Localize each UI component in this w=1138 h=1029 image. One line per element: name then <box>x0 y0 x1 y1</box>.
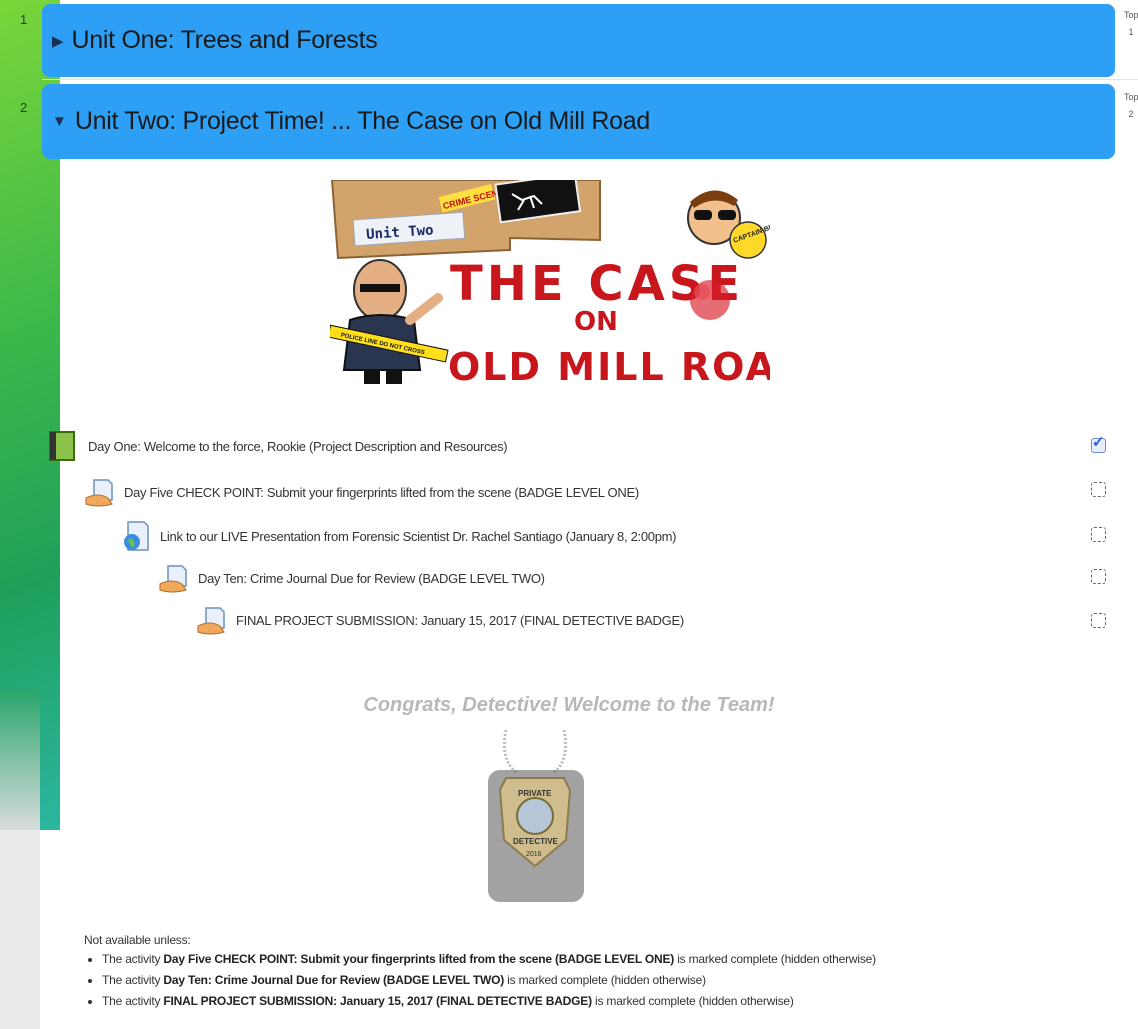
activity-link[interactable]: Link to our LIVE Presentation from Foren… <box>160 529 677 544</box>
completion-checkbox[interactable] <box>1091 569 1106 584</box>
svg-text:DETECTIVE: DETECTIVE <box>513 837 559 846</box>
restriction-item: The activity Day Ten: Crime Journal Due … <box>102 972 876 989</box>
restriction-item: The activity FINAL PROJECT SUBMISSION: J… <box>102 993 876 1010</box>
section-title[interactable]: Unit One: Trees and Forests <box>72 26 378 55</box>
congrats-heading: Congrats, Detective! Welcome to the Team… <box>363 694 775 716</box>
completion-checkbox[interactable] <box>1091 433 1106 453</box>
activity-assignment[interactable]: Day Five CHECK POINT: Submit your finger… <box>84 476 639 508</box>
activity-assignment[interactable]: FINAL PROJECT SUBMISSION: January 15, 20… <box>196 604 684 636</box>
url-globe-icon <box>120 520 152 552</box>
activity-book[interactable]: Day One: Welcome to the force, Rookie (P… <box>48 430 508 462</box>
book-icon <box>48 430 80 462</box>
case-banner-image: Unit Two CRIME SCENE CAPTAIN BIGGS POLIC… <box>327 172 808 390</box>
access-restrictions: Not available unless: The activity Day F… <box>84 933 876 1014</box>
activity-url[interactable]: Link to our LIVE Presentation from Foren… <box>120 520 677 552</box>
topic-label: Top 1 <box>1124 10 1138 37</box>
assignment-icon <box>158 562 190 594</box>
detective-badge-image: PRIVATE DETECTIVE 2016 <box>480 729 590 905</box>
activity-link[interactable]: FINAL PROJECT SUBMISSION: January 15, 20… <box>236 613 684 628</box>
activity-link[interactable]: Day Ten: Crime Journal Due for Review (B… <box>198 571 545 586</box>
collapse-arrow-icon[interactable]: ▼ <box>52 113 67 130</box>
section-1: 1 ▶ Unit One: Trees and Forests Top 1 <box>0 0 1138 80</box>
completion-checkbox[interactable] <box>1091 482 1106 497</box>
banner-title-line3: OLD MILL ROAD <box>448 345 770 389</box>
assignment-icon <box>84 476 116 508</box>
section-2-header[interactable]: ▼ Unit Two: Project Time! ... The Case o… <box>42 84 1115 159</box>
activity-link[interactable]: Day Five CHECK POINT: Submit your finger… <box>124 485 639 500</box>
restriction-item: The activity Day Five CHECK POINT: Submi… <box>102 951 876 968</box>
activity-link[interactable]: Day One: Welcome to the force, Rookie (P… <box>88 439 508 454</box>
course-content: 1 ▶ Unit One: Trees and Forests Top 1 2 … <box>0 0 1138 1029</box>
assignment-icon <box>196 604 228 636</box>
svg-text:PRIVATE: PRIVATE <box>518 789 552 798</box>
completion-checkbox[interactable] <box>1091 527 1106 542</box>
svg-text:2016: 2016 <box>526 851 542 858</box>
section-number: 2 <box>20 100 28 115</box>
section-number: 1 <box>20 12 28 27</box>
topic-label: Top 2 <box>1124 92 1138 119</box>
completion-checkbox[interactable] <box>1091 613 1106 628</box>
section-title[interactable]: Unit Two: Project Time! ... The Case on … <box>75 107 650 136</box>
section-1-header[interactable]: ▶ Unit One: Trees and Forests <box>42 4 1115 77</box>
activity-assignment[interactable]: Day Ten: Crime Journal Due for Review (B… <box>158 562 545 594</box>
banner-title-line2: ON <box>574 307 618 337</box>
expand-arrow-icon[interactable]: ▶ <box>52 32 64 50</box>
section-2: 2 ▼ Unit Two: Project Time! ... The Case… <box>0 80 1138 160</box>
restriction-heading: Not available unless: <box>84 933 191 947</box>
